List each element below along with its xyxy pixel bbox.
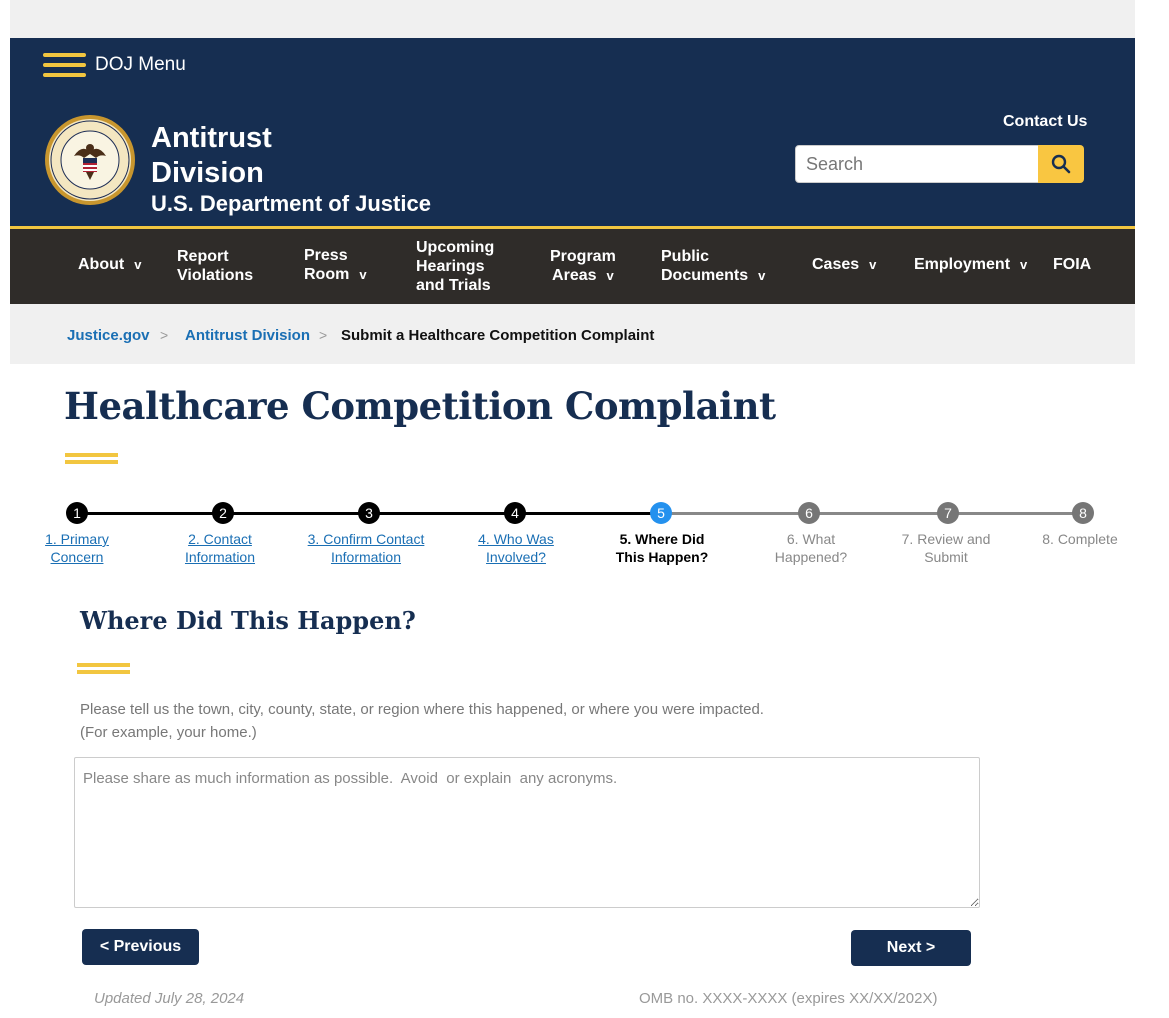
chevron-down-icon: v: [869, 257, 877, 272]
nav-item-label: Documents: [661, 267, 749, 284]
step-6-label: 6. What Happened?: [774, 531, 848, 565]
omb-number: OMB no. XXXX-XXXX (expires XX/XX/202X): [639, 990, 938, 1007]
nav-item-label: Report: [177, 248, 229, 265]
search-input[interactable]: [795, 145, 1039, 183]
nav-item-employment[interactable]: Employment v: [914, 255, 1027, 274]
progress-stepper: 1 2 3 4 5 6 7 8 1. Primary Concern 2. Con…: [0, 500, 1169, 570]
step-2-link[interactable]: 2. Contact Information: [145, 530, 295, 566]
step-2-circle: 2: [212, 502, 234, 524]
nav-item-label: Hearings: [416, 258, 485, 275]
stepper-line-remaining: [661, 512, 1083, 515]
step-3-circle: 3: [358, 502, 380, 524]
nav-item-label: Areas: [552, 267, 597, 284]
location-textarea[interactable]: [74, 757, 980, 908]
nav-item-label: Room: [304, 266, 350, 283]
nav-item-label: Violations: [177, 267, 254, 284]
step-1-link[interactable]: 1. Primary Concern: [2, 530, 152, 566]
chevron-down-icon: v: [134, 257, 142, 272]
nav-item-upcoming-hearings[interactable]: Upcoming Hearings and Trials: [416, 238, 494, 295]
nav-item-report-violations[interactable]: Report Violations: [177, 247, 253, 285]
section-title: Where Did This Happen?: [80, 606, 416, 635]
step-3-link[interactable]: 3. Confirm Contact Information: [291, 530, 441, 566]
nav-item-label: Public: [661, 248, 710, 265]
nav-item-label: Employment: [914, 256, 1011, 273]
nav-item-label: Press: [304, 247, 348, 264]
step-4-circle: 4: [504, 502, 526, 524]
chevron-down-icon: v: [758, 268, 766, 283]
nav-item-label: About: [78, 256, 125, 273]
nav-item-label: Upcoming: [416, 239, 495, 256]
nav-item-public-documents[interactable]: Public Documents v: [661, 247, 765, 285]
site-subtitle: U.S. Department of Justice: [151, 191, 431, 216]
step-4-link[interactable]: 4. Who Was Involved?: [441, 530, 591, 566]
doj-menu-label: DOJ Menu: [95, 54, 186, 75]
nav-item-label: Cases: [812, 256, 860, 273]
breadcrumb-link-justice[interactable]: Justice.gov: [67, 327, 150, 344]
doj-seal-logo: [45, 115, 135, 205]
breadcrumb-current: Submit a Healthcare Competition Complain…: [341, 327, 655, 344]
site-title-line1: Antitrust: [151, 122, 272, 154]
breadcrumb-link-antitrust[interactable]: Antitrust Division: [185, 327, 310, 344]
step-5-label: 5. Where Did This Happen?: [615, 531, 709, 565]
step-8-label: 8. Complete: [1042, 531, 1118, 547]
nav-item-label: FOIA: [1053, 256, 1092, 273]
step-1-circle: 1: [66, 502, 88, 524]
updated-date: Updated July 28, 2024: [94, 990, 245, 1007]
step-8-circle: 8: [1072, 502, 1094, 524]
nav-item-cases[interactable]: Cases v: [812, 255, 876, 274]
breadcrumb: Justice.gov > Antitrust Division > Submi…: [10, 304, 1135, 364]
main-nav: About v Report Violations Press Room v U…: [10, 229, 1135, 304]
instructions-text: Please tell us the town, city, county, s…: [80, 701, 764, 741]
search-icon: [1051, 154, 1071, 174]
previous-button[interactable]: < Previous: [82, 929, 199, 965]
next-button[interactable]: Next >: [851, 930, 971, 966]
nav-item-about[interactable]: About v: [78, 255, 141, 274]
site-header: DOJ Menu Antitrust Division U.S. Departm…: [10, 38, 1135, 228]
site-title-line2: Division: [151, 157, 264, 189]
page-title: Healthcare Competition Complaint: [64, 384, 776, 428]
chevron-down-icon: v: [606, 268, 614, 283]
breadcrumb-separator: >: [160, 327, 169, 343]
contact-us-link[interactable]: Contact Us: [1003, 113, 1087, 131]
nav-item-label: and Trials: [416, 277, 491, 294]
chevron-down-icon: v: [1020, 257, 1028, 272]
page: DOJ Menu Antitrust Division U.S. Departm…: [0, 0, 1169, 1018]
chevron-down-icon: v: [359, 266, 367, 282]
section-gold-rule: [77, 663, 130, 674]
nav-item-foia[interactable]: FOIA: [1053, 255, 1091, 274]
top-strip: [10, 0, 1135, 38]
step-7-label: 7. Review and Submit: [901, 531, 991, 565]
title-gold-rule: [65, 453, 118, 464]
breadcrumb-separator: >: [319, 327, 328, 343]
nav-item-press-room[interactable]: Press Room v: [304, 246, 367, 284]
nav-item-program-areas[interactable]: Program Areas v: [550, 247, 616, 285]
step-5-circle: 5: [650, 502, 672, 524]
hamburger-icon: [43, 52, 86, 78]
nav-item-label: Program: [550, 248, 616, 265]
step-6-circle: 6: [798, 502, 820, 524]
step-7-circle: 7: [937, 502, 959, 524]
doj-menu-button[interactable]: DOJ Menu: [43, 52, 186, 78]
search-button[interactable]: [1038, 145, 1084, 183]
